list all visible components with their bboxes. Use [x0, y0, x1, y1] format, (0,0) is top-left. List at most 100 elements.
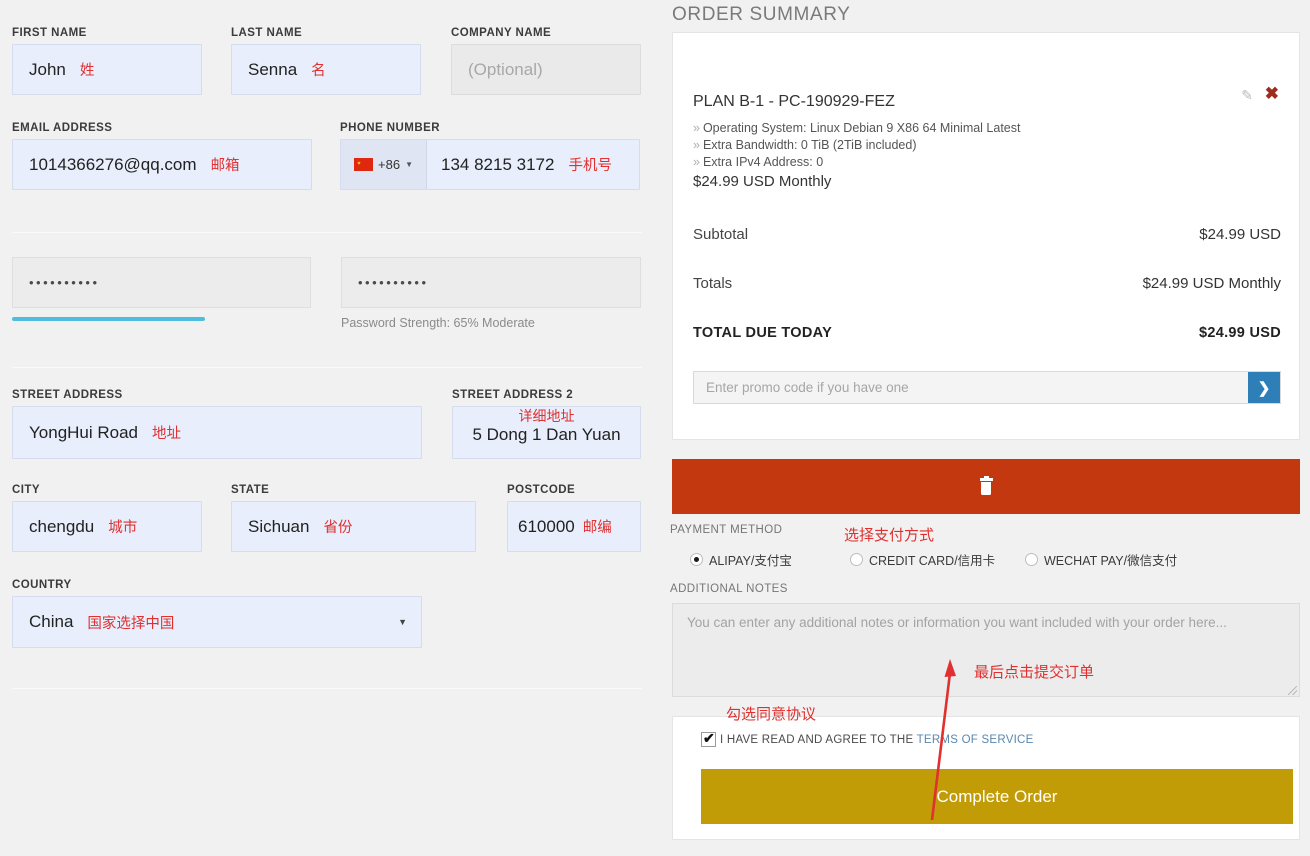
complete-order-button[interactable]: Complete Order	[701, 769, 1293, 824]
field-street-address-2: STREET ADDRESS 2 详细地址 5 Dong 1 Dan Yuan	[452, 389, 641, 459]
password-value: ••••••••••	[29, 275, 100, 290]
summary-line-total-due: TOTAL DUE TODAY $24.99 USD	[693, 325, 1281, 341]
password-confirm-input[interactable]: ••••••••••	[341, 257, 641, 308]
trash-icon	[979, 476, 994, 495]
phone-label: PHONE NUMBER	[340, 122, 440, 134]
radio-icon	[1025, 553, 1038, 566]
country-annotation: 国家选择中国	[87, 615, 175, 632]
email-label: EMAIL ADDRESS	[12, 122, 113, 134]
phone-value: 134 8215 3172	[441, 154, 555, 174]
order-summary-card: PLAN B-1 - PC-190929-FEZ ✎ ✖ » Operating …	[672, 32, 1300, 440]
chevron-down-icon: ▼	[405, 160, 413, 169]
password-confirm-value: ••••••••••	[358, 275, 429, 290]
dial-code-value: +86	[378, 157, 401, 172]
first-name-label: FIRST NAME	[12, 27, 87, 39]
summary-line-totals: Totals $24.99 USD Monthly	[693, 275, 1281, 292]
order-summary-title: ORDER SUMMARY	[672, 4, 851, 25]
terms-of-service-link[interactable]: TERMS OF SERVICE	[917, 734, 1034, 746]
postcode-value: 610000	[518, 516, 575, 536]
city-input[interactable]: chengdu 城市	[12, 501, 202, 552]
promo-code-input[interactable]: Enter promo code if you have one	[694, 372, 1248, 403]
plan-id: PLAN B-1 - PC-190929-FEZ	[693, 93, 895, 110]
postcode-input[interactable]: 610000 邮编	[507, 501, 641, 552]
chevron-right-icon: ❯	[1257, 379, 1271, 397]
total-due-label: TOTAL DUE TODAY	[693, 325, 833, 341]
field-country: COUNTRY China 国家选择中国 ▼	[12, 579, 422, 648]
company-name-input[interactable]: (Optional)	[451, 44, 641, 95]
divider-3	[12, 688, 642, 689]
promo-code-group: Enter promo code if you have one ❯	[693, 371, 1281, 404]
checkout-actions-card: I HAVE READ AND AGREE TO THE TERMS OF SE…	[672, 716, 1300, 840]
street-address-2-input[interactable]: 详细地址 5 Dong 1 Dan Yuan	[452, 406, 641, 459]
total-due-value: $24.99 USD	[1199, 325, 1281, 341]
street-address-2-value: 5 Dong 1 Dan Yuan	[472, 425, 621, 444]
list-item: » Extra IPv4 Address: 0	[693, 154, 1020, 171]
payment-option-credit-card[interactable]: CREDIT CARD/信用卡	[850, 550, 1025, 569]
payment-method-label: PAYMENT METHOD	[670, 524, 783, 536]
payment-option-label: CREDIT CARD/信用卡	[869, 554, 996, 568]
state-input[interactable]: Sichuan 省份	[231, 501, 476, 552]
field-street-address: STREET ADDRESS YongHui Road 地址	[12, 389, 422, 459]
payment-option-label: ALIPAY/支付宝	[709, 554, 792, 568]
plan-feature-list: » Operating System: Linux Debian 9 X86 64…	[693, 120, 1020, 190]
terms-checkbox[interactable]	[701, 730, 716, 747]
password-strength-bar	[12, 317, 309, 321]
city-annotation: 城市	[108, 520, 138, 536]
pencil-icon[interactable]: ✎	[1241, 87, 1253, 104]
first-name-input[interactable]: John 姓	[12, 44, 202, 95]
country-value: China	[29, 612, 74, 631]
state-annotation: 省份	[323, 520, 353, 536]
password-input[interactable]: ••••••••••	[12, 257, 311, 308]
field-password-confirm: •••••••••• Password Strength: 65% Modera…	[341, 257, 641, 330]
field-first-name: FIRST NAME John 姓	[12, 27, 202, 95]
last-name-input[interactable]: Senna 名	[231, 44, 421, 95]
email-annotation: 邮箱	[210, 158, 240, 174]
totals-value: $24.99 USD Monthly	[1142, 275, 1281, 292]
phone-input-group: +86 ▼ 134 8215 3172 手机号	[340, 139, 640, 190]
close-x-icon[interactable]: ✖	[1265, 84, 1279, 104]
street-address-2-annotation: 详细地址	[518, 408, 575, 424]
chevron-marker-icon: »	[693, 155, 700, 169]
annotation-submit-order: 最后点击提交订单	[974, 664, 1095, 681]
list-item: » Extra Bandwidth: 0 TiB (2TiB included)	[693, 137, 1020, 154]
country-select[interactable]: China 国家选择中国 ▼	[12, 596, 422, 648]
chevron-down-icon: ▼	[398, 617, 407, 627]
annotation-terms: 勾选同意协议	[726, 706, 817, 723]
subtotal-value: $24.99 USD	[1199, 226, 1281, 243]
divider-1	[12, 232, 642, 233]
field-postcode: POSTCODE 610000 邮编	[507, 484, 641, 552]
plan-feature-text: Extra Bandwidth: 0 TiB (2TiB included)	[702, 138, 917, 152]
promo-apply-button[interactable]: ❯	[1248, 372, 1280, 403]
additional-notes-placeholder: You can enter any additional notes or in…	[687, 615, 1227, 630]
radio-icon	[690, 553, 703, 566]
city-label: CITY	[12, 484, 40, 496]
additional-notes-textarea[interactable]: You can enter any additional notes or in…	[672, 603, 1300, 697]
list-item: » Operating System: Linux Debian 9 X86 64…	[693, 120, 1020, 137]
terms-text: I HAVE READ AND AGREE TO THE TERMS OF SE…	[720, 734, 1034, 746]
company-name-label: COMPANY NAME	[451, 27, 552, 39]
plan-feature-text: Operating System: Linux Debian 9 X86 64 …	[702, 121, 1021, 135]
field-last-name: LAST NAME Senna 名	[231, 27, 421, 95]
remove-item-bar[interactable]	[672, 459, 1300, 514]
payment-option-label: WECHAT PAY/微信支付	[1044, 554, 1178, 568]
payment-option-alipay[interactable]: ALIPAY/支付宝	[690, 550, 850, 569]
email-input[interactable]: 1014366276@qq.com 邮箱	[12, 139, 312, 190]
phone-number-input[interactable]: 134 8215 3172 手机号	[427, 154, 612, 175]
field-company-name: COMPANY NAME (Optional)	[451, 27, 641, 95]
field-password: ••••••••••	[12, 257, 311, 321]
last-name-label: LAST NAME	[231, 27, 303, 39]
payment-option-wechat[interactable]: WECHAT PAY/微信支付	[1025, 550, 1177, 569]
billing-details-form: FIRST NAME John 姓 LAST NAME Senna 名 COMP…	[0, 0, 660, 856]
chevron-marker-icon: »	[693, 121, 700, 135]
summary-line-subtotal: Subtotal $24.99 USD	[693, 226, 1281, 243]
phone-annotation: 手机号	[568, 158, 612, 174]
password-strength-fill	[12, 317, 206, 321]
street-address-input[interactable]: YongHui Road 地址	[12, 406, 422, 459]
last-name-annotation: 名	[311, 63, 326, 79]
company-name-placeholder: (Optional)	[468, 59, 543, 79]
country-dial-selector[interactable]: +86 ▼	[341, 140, 427, 189]
resize-handle-icon[interactable]	[1288, 686, 1297, 695]
chevron-marker-icon: »	[693, 138, 700, 152]
country-label: COUNTRY	[12, 579, 72, 591]
totals-label: Totals	[693, 275, 733, 292]
